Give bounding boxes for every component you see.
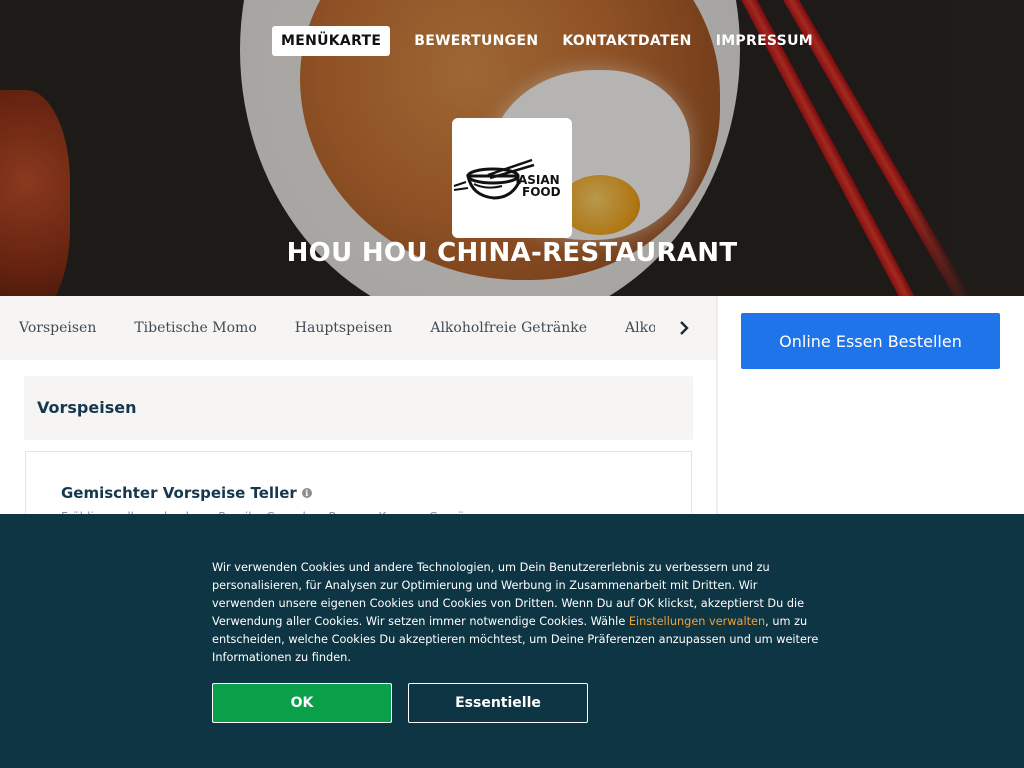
svg-text:FOOD: FOOD: [522, 185, 561, 199]
chevron-right-icon: [680, 321, 689, 335]
restaurant-name: HOU HOU CHINA-RESTAURANT: [286, 238, 738, 268]
hero-banner: MENÜKARTE BEWERTUNGEN KONTAKTDATEN IMPRE…: [0, 0, 1024, 296]
category-hauptspeisen[interactable]: Hauptspeisen: [295, 320, 393, 336]
category-vorspeisen[interactable]: Vorspeisen: [19, 320, 96, 336]
section-title: Vorspeisen: [37, 398, 137, 417]
category-list: Vorspeisen Tibetische Momo Hauptspeisen …: [19, 296, 655, 360]
cookie-essential-button[interactable]: Essentielle: [408, 683, 588, 723]
menu-item-title-row: Gemischter Vorspeise Teller i: [61, 484, 312, 502]
nav-menukarte[interactable]: MENÜKARTE: [272, 26, 391, 56]
online-order-button[interactable]: Online Essen Bestellen: [741, 313, 1000, 369]
cookie-banner: Wir verwenden Cookies und andere Technol…: [0, 514, 1024, 768]
nav-bewertungen[interactable]: BEWERTUNGEN: [414, 26, 538, 56]
category-next-button[interactable]: [672, 316, 696, 340]
noodle-bowl-chopsticks-icon: ASIAN FOOD: [453, 158, 561, 200]
category-alkoholische-getraenke[interactable]: Alkoholische Getränke: [625, 320, 655, 336]
category-bar: Vorspeisen Tibetische Momo Hauptspeisen …: [0, 296, 716, 360]
section-header: Vorspeisen: [24, 376, 693, 440]
cookie-text: Wir verwenden Cookies und andere Technol…: [212, 559, 822, 667]
nav-kontaktdaten[interactable]: KONTAKTDATEN: [562, 26, 691, 56]
info-icon[interactable]: i: [301, 488, 312, 498]
top-navigation: MENÜKARTE BEWERTUNGEN KONTAKTDATEN IMPRE…: [272, 26, 813, 56]
menu-item-title: Gemischter Vorspeise Teller: [61, 484, 297, 502]
nav-impressum[interactable]: IMPRESSUM: [716, 26, 813, 56]
restaurant-logo: ASIAN FOOD: [452, 118, 572, 238]
manage-settings-link[interactable]: Einstellungen verwalten: [629, 615, 765, 628]
category-tibetische-momo[interactable]: Tibetische Momo: [134, 320, 256, 336]
category-alkoholfreie-getraenke[interactable]: Alkoholfreie Getränke: [430, 320, 587, 336]
cookie-ok-button[interactable]: OK: [212, 683, 392, 723]
